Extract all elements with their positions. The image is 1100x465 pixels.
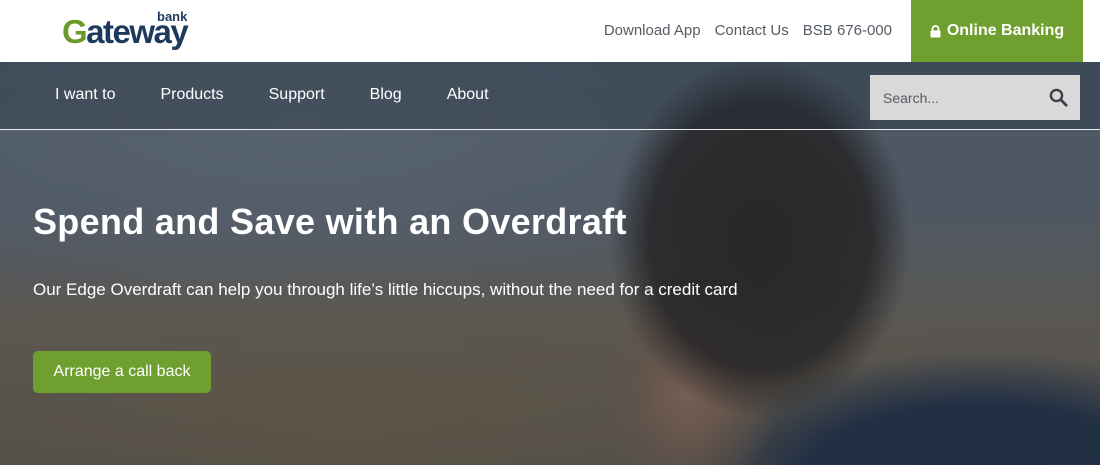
contact-us-link[interactable]: Contact Us bbox=[715, 21, 789, 41]
bsb-number-link[interactable]: BSB 676-000 bbox=[803, 21, 892, 41]
online-banking-button[interactable]: Online Banking bbox=[911, 0, 1083, 62]
hero-banner: I want to Products Support Blog About Sp… bbox=[0, 62, 1100, 465]
main-navigation: I want to Products Support Blog About bbox=[0, 62, 1100, 130]
nav-item-about[interactable]: About bbox=[447, 85, 489, 105]
utility-links: Download App Contact Us BSB 676-000 bbox=[604, 21, 892, 41]
nav-item-products[interactable]: Products bbox=[160, 85, 223, 105]
hero-subtitle: Our Edge Overdraft can help you through … bbox=[33, 280, 738, 299]
logo-initial: G bbox=[62, 13, 88, 50]
download-app-link[interactable]: Download App bbox=[604, 21, 701, 41]
nav-item-blog[interactable]: Blog bbox=[370, 85, 402, 105]
search-box bbox=[870, 75, 1080, 120]
gateway-bank-logo[interactable]: Gateway bank bbox=[62, 10, 202, 54]
top-utility-bar: Gateway bank Download App Contact Us BSB… bbox=[0, 0, 1100, 62]
hero-title: Spend and Save with an Overdraft bbox=[33, 201, 627, 242]
nav-item-support[interactable]: Support bbox=[269, 85, 325, 105]
nav-item-i-want-to[interactable]: I want to bbox=[55, 85, 115, 105]
nav-menu: I want to Products Support Blog About bbox=[55, 85, 489, 105]
logo-bank-label: bank bbox=[157, 9, 188, 24]
search-icon[interactable] bbox=[1049, 88, 1068, 107]
online-banking-label: Online Banking bbox=[946, 22, 1065, 39]
lock-icon bbox=[930, 24, 941, 38]
search-input[interactable] bbox=[870, 75, 1040, 120]
arrange-call-back-button[interactable]: Arrange a call back bbox=[33, 351, 211, 393]
